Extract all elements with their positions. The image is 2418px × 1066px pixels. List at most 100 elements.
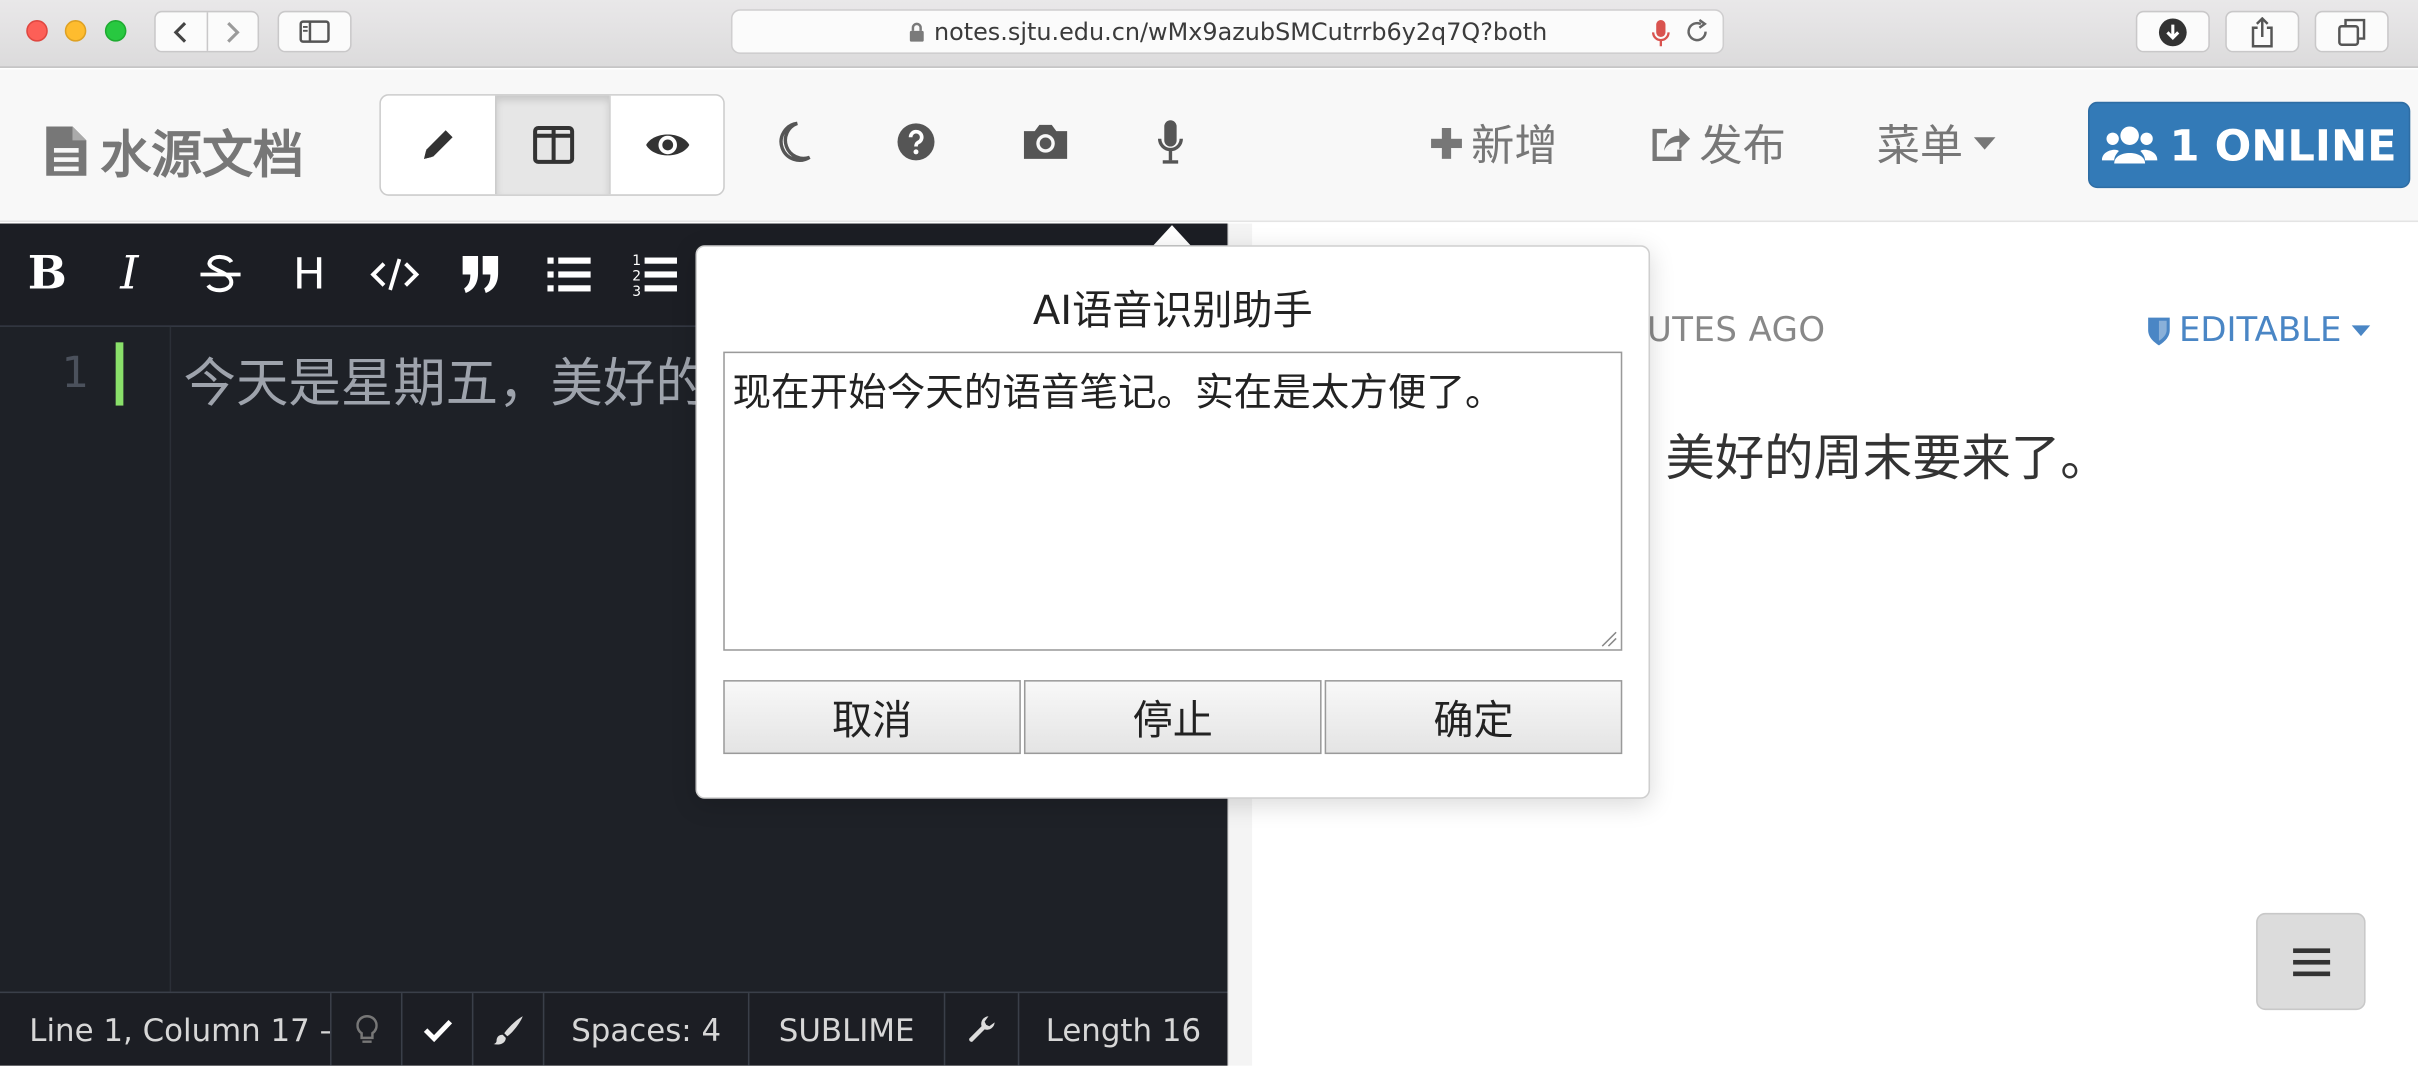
zoom-window-button[interactable] bbox=[104, 20, 127, 42]
split-mode-button[interactable] bbox=[495, 95, 610, 195]
view-mode-group bbox=[379, 94, 725, 196]
tabs-overview-button[interactable] bbox=[2314, 10, 2389, 53]
menu-dropdown[interactable]: 菜单 bbox=[1877, 113, 2005, 175]
camera-icon[interactable] bbox=[1021, 120, 1070, 163]
share-button[interactable] bbox=[2225, 10, 2300, 53]
dialog-button-group: 取消 停止 确定 bbox=[723, 680, 1623, 755]
sidebar-icon bbox=[299, 20, 330, 43]
resize-handle-icon[interactable] bbox=[1599, 629, 1618, 648]
permission-dropdown[interactable]: EDITABLE bbox=[2147, 311, 2380, 351]
preview-text: 美好的周末要来了。 bbox=[1665, 428, 2110, 488]
mic-recording-icon[interactable] bbox=[1651, 19, 1671, 50]
line-number: 1 bbox=[61, 346, 90, 398]
lock-icon bbox=[909, 21, 924, 41]
code-icon bbox=[370, 258, 420, 291]
columns-icon bbox=[532, 125, 574, 164]
menu-label: 菜单 bbox=[1876, 120, 1964, 172]
lightbulb-icon bbox=[355, 1014, 378, 1043]
sidebar-toggle-button[interactable] bbox=[277, 10, 352, 53]
app-header: 水源文档 新增 发布 菜单 1 ONLINE bbox=[0, 69, 2418, 223]
download-icon bbox=[2158, 17, 2187, 46]
preferences-button[interactable] bbox=[943, 993, 1018, 1066]
last-change-meta: UTES AGO bbox=[1646, 311, 1826, 351]
view-mode-button[interactable] bbox=[609, 95, 723, 195]
bullet-list-button[interactable] bbox=[546, 250, 592, 310]
transcript-textarea[interactable]: 现在开始今天的语音笔记。实在是太方便了。 bbox=[723, 351, 1623, 651]
users-icon bbox=[2101, 126, 2158, 164]
address-bar[interactable]: notes.sjtu.edu.cn/wMx9azubSMCutrrb6y2q7Q… bbox=[730, 9, 1725, 54]
eye-icon bbox=[645, 134, 689, 156]
wrench-icon bbox=[968, 1015, 994, 1042]
new-note-label: 新增 bbox=[1471, 120, 1558, 172]
editor-line-text[interactable]: 今天是星期五，美好的 bbox=[184, 341, 708, 417]
publish-label: 发布 bbox=[1699, 120, 1786, 172]
linter-toggle[interactable] bbox=[330, 993, 401, 1066]
chevron-left-icon bbox=[174, 21, 187, 42]
dialog-title: AI语音识别助手 bbox=[1032, 288, 1313, 335]
permission-label: EDITABLE bbox=[2178, 311, 2342, 351]
numbered-list-button[interactable]: 123 bbox=[632, 250, 678, 310]
online-count-label: 1 ONLINE bbox=[2169, 119, 2397, 171]
ordered-list-icon: 123 bbox=[632, 253, 677, 300]
spellcheck-toggle[interactable] bbox=[400, 993, 472, 1066]
edit-mode-button[interactable] bbox=[381, 96, 495, 195]
confirm-button[interactable]: 确定 bbox=[1324, 680, 1623, 755]
back-button[interactable] bbox=[156, 12, 206, 51]
brand[interactable]: 水源文档 bbox=[43, 114, 304, 188]
toc-toggle-button[interactable] bbox=[2256, 912, 2366, 1011]
help-icon[interactable] bbox=[896, 120, 936, 163]
strikethrough-icon bbox=[200, 254, 241, 293]
strikethrough-button[interactable] bbox=[197, 250, 243, 310]
online-users-button[interactable]: 1 ONLINE bbox=[2088, 101, 2411, 189]
chevron-right-icon bbox=[226, 21, 240, 42]
tabs-icon bbox=[2338, 18, 2366, 46]
publish-button[interactable]: 发布 bbox=[1649, 113, 1786, 175]
svg-text:3: 3 bbox=[632, 284, 641, 299]
paintbrush-icon bbox=[492, 1015, 523, 1044]
caret-down-icon bbox=[2352, 325, 2371, 337]
italic-button[interactable]: I bbox=[120, 249, 138, 299]
voice-assistant-dialog: AI语音识别助手 现在开始今天的语音笔记。实在是太方便了。 取消 停止 确定 bbox=[695, 245, 1651, 799]
share-icon bbox=[2251, 16, 2273, 47]
bold-button[interactable]: B bbox=[28, 249, 67, 299]
downloads-button[interactable] bbox=[2135, 10, 2210, 53]
heading-button[interactable]: H bbox=[293, 249, 325, 299]
microphone-icon[interactable] bbox=[1155, 117, 1186, 166]
pencil-icon bbox=[424, 130, 453, 159]
document-length: Length 16 bbox=[1017, 993, 1228, 1066]
keymap-setting[interactable]: SUBLIME bbox=[747, 993, 944, 1066]
reload-icon[interactable] bbox=[1684, 19, 1710, 45]
hamburger-icon bbox=[2292, 947, 2330, 976]
line-gutter bbox=[0, 326, 172, 992]
night-mode-icon[interactable] bbox=[773, 120, 813, 166]
quote-icon bbox=[462, 255, 499, 293]
check-icon bbox=[423, 1019, 452, 1042]
caret-down-icon bbox=[1973, 137, 1996, 150]
theme-toggle[interactable] bbox=[471, 993, 543, 1066]
browser-toolbar: notes.sjtu.edu.cn/wMx9azubSMCutrrb6y2q7Q… bbox=[0, 0, 2418, 68]
editor-status-bar: Line 1, Column 17 — Spaces: 4 SUBLIME Le… bbox=[0, 991, 1228, 1066]
dialog-pointer bbox=[1153, 225, 1191, 246]
url-text: notes.sjtu.edu.cn/wMx9azubSMCutrrb6y2q7Q… bbox=[933, 17, 1548, 46]
app-root: notes.sjtu.edu.cn/wMx9azubSMCutrrb6y2q7Q… bbox=[0, 0, 2418, 1066]
new-note-button[interactable]: 新增 bbox=[1430, 113, 1558, 175]
active-line-marker bbox=[115, 342, 124, 406]
cancel-button[interactable]: 取消 bbox=[723, 680, 1021, 755]
plus-icon bbox=[1431, 127, 1462, 159]
svg-text:2: 2 bbox=[632, 269, 641, 285]
minimize-window-button[interactable] bbox=[64, 20, 87, 42]
list-icon bbox=[547, 257, 591, 292]
document-icon bbox=[46, 126, 87, 176]
stop-button[interactable]: 停止 bbox=[1023, 680, 1322, 755]
code-button[interactable] bbox=[370, 250, 420, 310]
close-window-button[interactable] bbox=[26, 20, 48, 42]
cursor-position: Line 1, Column 17 — bbox=[29, 1010, 331, 1048]
indent-setting[interactable]: Spaces: 4 bbox=[542, 993, 748, 1066]
forward-button[interactable] bbox=[205, 12, 258, 51]
shield-icon bbox=[2148, 316, 2170, 345]
share-square-icon bbox=[1652, 127, 1691, 161]
brand-title: 水源文档 bbox=[100, 124, 304, 186]
history-nav bbox=[154, 10, 260, 53]
svg-text:1: 1 bbox=[632, 253, 641, 269]
quote-button[interactable] bbox=[460, 250, 503, 310]
